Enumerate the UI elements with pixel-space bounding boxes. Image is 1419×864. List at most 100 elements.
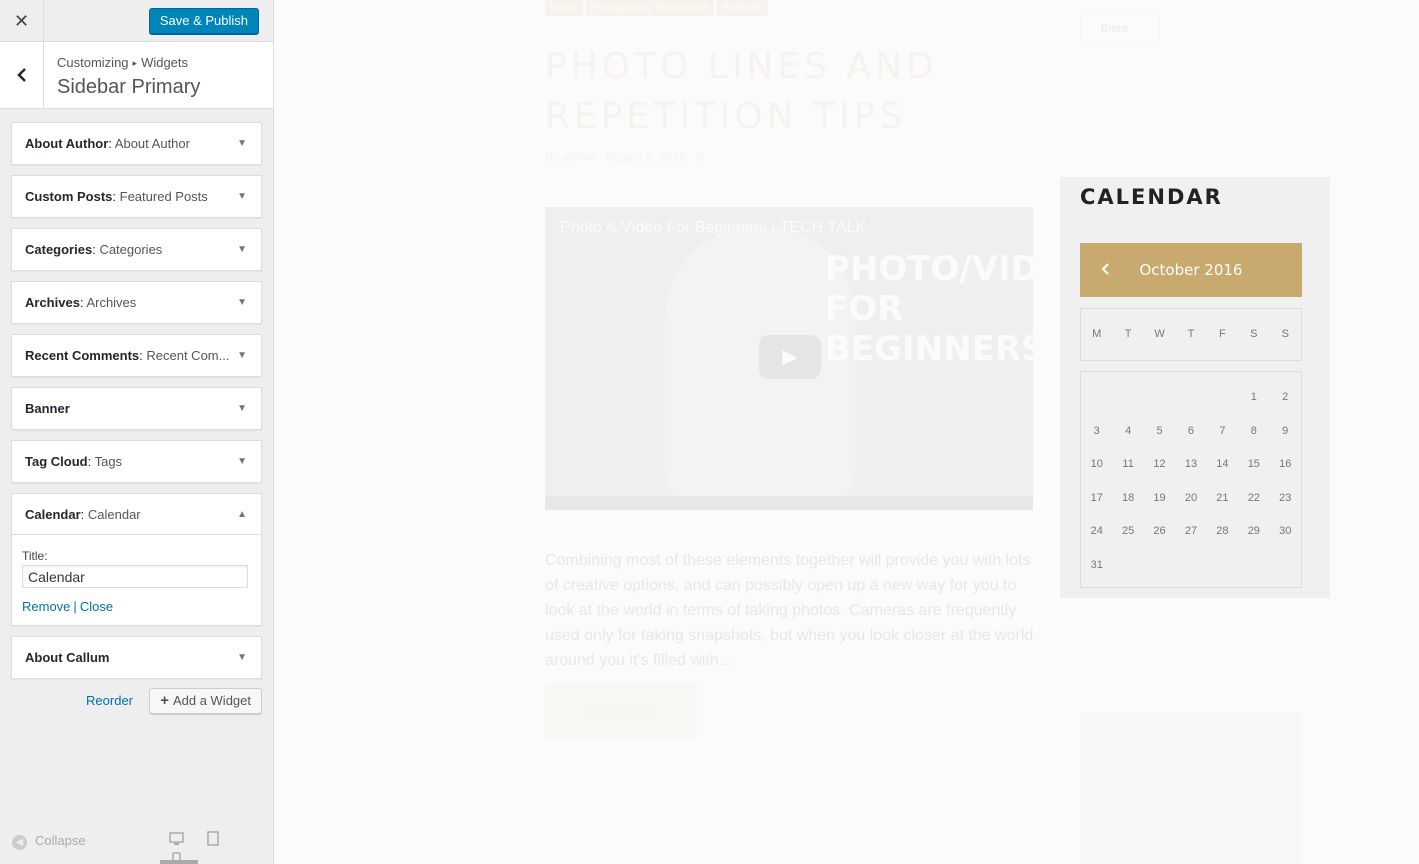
calendar-day[interactable]: 5: [1144, 415, 1175, 449]
save-publish-button[interactable]: Save & Publish: [148, 8, 259, 34]
post-tags: News Photography techniques Portraits: [545, 0, 771, 16]
calendar-day[interactable]: 18: [1112, 482, 1143, 516]
widget-title: Recent Com...: [146, 348, 230, 363]
close-link[interactable]: Close: [80, 599, 113, 614]
widget-name: Categories: [25, 242, 93, 257]
calendar-day[interactable]: 30: [1270, 515, 1301, 549]
weekday-label: S: [1281, 328, 1289, 340]
calendar-day[interactable]: 15: [1238, 448, 1269, 482]
widget-header[interactable]: About Author: About Author ▼: [12, 123, 261, 164]
widget-title: Featured Posts: [119, 189, 208, 204]
sidebar-image: [1080, 712, 1302, 864]
breadcrumb-root: Customizing: [57, 55, 129, 70]
tag-badge[interactable]: Photography techniques: [585, 0, 715, 16]
widget-name: Banner: [25, 401, 70, 416]
read-more-button[interactable]: Read more: [545, 684, 697, 738]
post-title[interactable]: PHOTO LINES AND REPETITION TIPS: [545, 42, 1015, 142]
calendar-day[interactable]: 25: [1112, 515, 1143, 549]
caret-up-icon[interactable]: ▲: [237, 494, 247, 534]
calendar-day[interactable]: 7: [1207, 415, 1238, 449]
caret-down-icon[interactable]: ▼: [237, 229, 247, 270]
calendar-week-row: 31: [1081, 549, 1301, 583]
calendar-day[interactable]: 28: [1207, 515, 1238, 549]
calendar-day[interactable]: 3: [1081, 415, 1112, 449]
widget-header[interactable]: Recent Comments: Recent Com... ▼: [12, 335, 261, 376]
calendar-day: [1270, 549, 1301, 583]
calendar-day[interactable]: 13: [1175, 448, 1206, 482]
calendar-day[interactable]: 1: [1238, 381, 1269, 415]
tag-badge[interactable]: News: [545, 0, 583, 16]
chevron-left-icon[interactable]: [1100, 243, 1110, 297]
calendar-day: [1112, 549, 1143, 583]
widget-form: Title: Remove|Close: [12, 535, 261, 625]
collapse-label: Collapse: [35, 833, 86, 848]
calendar-day[interactable]: 16: [1270, 448, 1301, 482]
calendar-day[interactable]: 27: [1175, 515, 1206, 549]
calendar-day[interactable]: 6: [1175, 415, 1206, 449]
close-customizer-button[interactable]: ✕: [0, 0, 44, 42]
play-icon[interactable]: ▶: [759, 335, 821, 379]
add-widget-button[interactable]: + Add a Widget: [149, 688, 262, 714]
calendar-weekdays: M T W T F S S: [1080, 308, 1302, 361]
caret-down-icon[interactable]: ▼: [237, 282, 247, 323]
widget-header[interactable]: Calendar: Calendar ▲: [12, 494, 261, 535]
title-field[interactable]: [22, 565, 248, 588]
site-preview: News Photography techniques Portraits PHOT…: [274, 0, 1419, 864]
calendar-day[interactable]: 26: [1144, 515, 1175, 549]
customizer-footer: ◀ Collapse: [0, 819, 273, 864]
desktop-icon[interactable]: [166, 832, 186, 852]
calendar-day[interactable]: 17: [1081, 482, 1112, 516]
calendar-day[interactable]: 10: [1081, 448, 1112, 482]
widget-archives: Archives: Archives ▼: [11, 281, 262, 324]
tablet-icon[interactable]: [203, 831, 223, 851]
video-title: Photo & Video For Beginners | TECH TALK: [560, 219, 867, 236]
caret-down-icon[interactable]: ▼: [237, 637, 247, 678]
calendar-day[interactable]: 9: [1270, 415, 1301, 449]
search-input[interactable]: there: [1080, 10, 1160, 44]
calendar-day[interactable]: 23: [1270, 482, 1301, 516]
caret-down-icon[interactable]: ▼: [237, 335, 247, 376]
calendar-day[interactable]: 29: [1238, 515, 1269, 549]
calendar-day[interactable]: 14: [1207, 448, 1238, 482]
caret-down-icon[interactable]: ▼: [237, 441, 247, 482]
reorder-link[interactable]: Reorder: [86, 693, 133, 708]
weekday-label: F: [1219, 328, 1226, 340]
caret-down-icon[interactable]: ▼: [237, 388, 247, 429]
caret-down-icon[interactable]: ▼: [237, 123, 247, 164]
calendar-day: [1175, 549, 1206, 583]
widget-name: About Author: [25, 136, 109, 151]
weekday-label: T: [1187, 328, 1195, 340]
calendar-day[interactable]: 20: [1175, 482, 1206, 516]
calendar-day[interactable]: 12: [1144, 448, 1175, 482]
widget-header[interactable]: Archives: Archives ▼: [12, 282, 261, 323]
tag-badge[interactable]: Portraits: [717, 0, 769, 16]
calendar-day[interactable]: 24: [1081, 515, 1112, 549]
calendar-day[interactable]: 31: [1081, 549, 1112, 583]
caret-down-icon[interactable]: ▼: [237, 176, 247, 217]
calendar-widget: CALENDAR October 2016 M T W T F S S 1234…: [1060, 177, 1330, 598]
calendar-day[interactable]: 19: [1144, 482, 1175, 516]
calendar-day[interactable]: 8: [1238, 415, 1269, 449]
widget-name: About Callum: [25, 650, 110, 665]
calendar-day[interactable]: 22: [1238, 482, 1269, 516]
video-embed[interactable]: Photo & Video For Beginners | TECH TALK …: [545, 207, 1033, 510]
widget-title: Tags: [94, 454, 123, 469]
calendar-day[interactable]: 11: [1112, 448, 1143, 482]
widget-header[interactable]: About Callum ▼: [12, 637, 261, 678]
collapse-button[interactable]: ◀ Collapse: [12, 833, 86, 850]
customizer-header: ✕ Save & Publish: [0, 0, 273, 42]
widget-calendar: Calendar: Calendar▲ Title: Remove|Close: [11, 493, 262, 626]
calendar-day[interactable]: 21: [1207, 482, 1238, 516]
widget-header[interactable]: Banner ▼: [12, 388, 261, 429]
calendar-day[interactable]: 4: [1112, 415, 1143, 449]
remove-link[interactable]: Remove: [22, 599, 70, 614]
widget-footer: Reorder + Add a Widget: [11, 688, 262, 714]
calendar-day[interactable]: 2: [1270, 381, 1301, 415]
widget-header[interactable]: Tag Cloud: Tags ▼: [12, 441, 261, 482]
widget-header[interactable]: Custom Posts: Featured Posts ▼: [12, 176, 261, 217]
back-button[interactable]: [0, 42, 44, 108]
video-control-bar: [545, 496, 1033, 510]
widget-about-callum: About Callum ▼: [11, 636, 262, 679]
widget-header[interactable]: Categories: Categories ▼: [12, 229, 261, 270]
active-device-indicator: [160, 860, 198, 864]
